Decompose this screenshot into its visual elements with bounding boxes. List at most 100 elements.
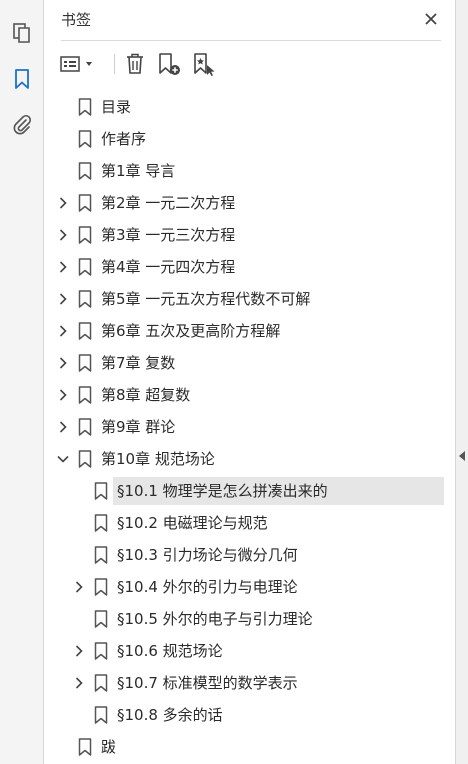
- bookmark-item[interactable]: 第5章 一元五次方程代数不可解: [45, 283, 455, 315]
- bookmark-icon: [78, 738, 92, 756]
- delete-icon: [127, 53, 143, 74]
- chevron-right-icon[interactable]: [56, 196, 70, 210]
- bookmark-label: 第4章 一元四次方程: [101, 258, 236, 276]
- bookmark-item[interactable]: §10.7 标准模型的数学表示: [45, 667, 455, 699]
- bookmark-label: 第6章 五次及更高阶方程解: [101, 322, 281, 340]
- bookmark-label: 第8章 超复数: [101, 386, 191, 404]
- bookmark-item[interactable]: §10.8 多余的话: [45, 699, 455, 731]
- bookmark-label: §10.7 标准模型的数学表示: [117, 674, 298, 692]
- bookmark-item[interactable]: 第9章 群论: [45, 411, 455, 443]
- bookmark-item[interactable]: 第7章 复数: [45, 347, 455, 379]
- bookmarks-panel: 书签 目录 作者序 第1章 导言 第2章 一元二次方程 第3章 一元三次方程 第…: [45, 0, 455, 764]
- bookmark-item[interactable]: §10.6 规范场论: [45, 635, 455, 667]
- chevron-right-icon[interactable]: [56, 388, 70, 402]
- bookmark-label: 目录: [101, 98, 132, 116]
- toolbar-separator: [114, 54, 115, 74]
- bookmark-item[interactable]: §10.4 外尔的引力与电理论: [45, 571, 455, 603]
- bookmark-item[interactable]: 第3章 一元三次方程: [45, 219, 455, 251]
- chevron-right-icon[interactable]: [56, 356, 70, 370]
- bookmark-label: §10.5 外尔的电子与引力理论: [117, 610, 313, 628]
- bookmark-item[interactable]: 目录: [45, 91, 455, 123]
- new-bookmark-button[interactable]: [156, 50, 182, 78]
- bookmark-from-selection-icon: [194, 53, 215, 76]
- chevron-down-icon[interactable]: [56, 452, 70, 466]
- bookmark-icon: [78, 290, 92, 308]
- chevron-right-icon[interactable]: [56, 324, 70, 338]
- options-icon: [60, 56, 92, 72]
- bookmark-item[interactable]: 第8章 超复数: [45, 379, 455, 411]
- bookmark-item[interactable]: 第4章 一元四次方程: [45, 251, 455, 283]
- bookmark-icon: [78, 130, 92, 148]
- bookmark-label: 第10章 规范场论: [101, 450, 215, 468]
- bookmark-icon: [78, 418, 92, 436]
- bookmark-icon: [78, 386, 92, 404]
- bookmark-icon: [94, 482, 108, 500]
- bookmark-label: 第5章 一元五次方程代数不可解: [101, 290, 311, 308]
- bookmark-label: §10.2 电磁理论与规范: [117, 514, 268, 532]
- chevron-right-icon[interactable]: [72, 676, 86, 690]
- bookmark-label: 第3章 一元三次方程: [101, 226, 236, 244]
- bookmark-item[interactable]: §10.5 外尔的电子与引力理论: [45, 603, 455, 635]
- bookmark-item[interactable]: 第10章 规范场论: [45, 443, 455, 475]
- bookmark-item[interactable]: 第6章 五次及更高阶方程解: [45, 315, 455, 347]
- bookmark-from-selection-button[interactable]: [191, 50, 217, 78]
- chevron-right-icon[interactable]: [56, 420, 70, 434]
- bookmark-label: §10.1 物理学是怎么拼凑出来的: [117, 482, 328, 500]
- bookmark-label: §10.6 规范场论: [117, 642, 223, 660]
- panel-collapse-handle[interactable]: [455, 0, 468, 764]
- bookmark-icon: [94, 642, 108, 660]
- bookmark-tree: 目录作者序第1章 导言第2章 一元二次方程 第3章 一元三次方程 第4章 一元四次方…: [45, 91, 455, 763]
- bookmark-icon: [78, 194, 92, 212]
- navigation-rail: [0, 0, 44, 764]
- bookmarks-toolbar: [59, 48, 439, 80]
- attachments-button[interactable]: [9, 112, 35, 138]
- page-thumbnails-button[interactable]: [9, 20, 35, 46]
- collapse-arrow-icon: [459, 451, 465, 461]
- bookmark-icon: [94, 546, 108, 564]
- bookmark-icon: [78, 450, 92, 468]
- bookmark-icon: [78, 354, 92, 372]
- close-panel-button[interactable]: [421, 9, 441, 29]
- bookmark-label: 跋: [101, 738, 117, 756]
- panel-header: 书签: [61, 0, 441, 41]
- bookmark-label: §10.8 多余的话: [117, 706, 223, 724]
- bookmark-item[interactable]: §10.1 物理学是怎么拼凑出来的: [45, 475, 455, 507]
- bookmark-icon: [78, 226, 92, 244]
- bookmark-item[interactable]: 第1章 导言: [45, 155, 455, 187]
- bookmark-item[interactable]: §10.2 电磁理论与规范: [45, 507, 455, 539]
- bookmarks-icon: [15, 69, 29, 89]
- bookmark-label: §10.4 外尔的引力与电理论: [117, 578, 298, 596]
- chevron-right-icon[interactable]: [72, 580, 86, 594]
- bookmarks-button[interactable]: [9, 66, 35, 92]
- bookmark-icon: [78, 258, 92, 276]
- chevron-right-icon[interactable]: [56, 260, 70, 274]
- attachments-icon: [13, 114, 32, 135]
- bookmark-item[interactable]: 作者序: [45, 123, 455, 155]
- bookmark-icon: [78, 322, 92, 340]
- bookmark-label: 第7章 复数: [101, 354, 176, 372]
- bookmark-icon: [78, 162, 92, 180]
- chevron-right-icon[interactable]: [72, 644, 86, 658]
- pages-icon: [13, 23, 30, 43]
- delete-bookmark-button[interactable]: [123, 50, 147, 78]
- bookmark-icon: [94, 578, 108, 596]
- bookmark-label: 第1章 导言: [101, 162, 176, 180]
- bookmark-icon: [78, 98, 92, 116]
- bookmark-icon: [94, 706, 108, 724]
- bookmark-label: 第9章 群论: [101, 418, 176, 436]
- bookmark-label: §10.3 引力场论与微分几何: [117, 546, 298, 564]
- chevron-right-icon[interactable]: [56, 292, 70, 306]
- panel-title: 书签: [61, 11, 92, 29]
- bookmark-item[interactable]: 第2章 一元二次方程: [45, 187, 455, 219]
- chevron-right-icon[interactable]: [56, 228, 70, 242]
- bookmark-icon: [94, 674, 108, 692]
- bookmark-item[interactable]: 跋: [45, 731, 455, 763]
- bookmark-label: 作者序: [101, 130, 147, 148]
- bookmark-label: 第2章 一元二次方程: [101, 194, 236, 212]
- bookmark-icon: [94, 514, 108, 532]
- options-menu-button[interactable]: [59, 50, 97, 78]
- bookmark-item[interactable]: §10.3 引力场论与微分几何: [45, 539, 455, 571]
- close-icon: [425, 13, 437, 25]
- bookmark-icon: [94, 610, 108, 628]
- new-bookmark-icon: [159, 53, 180, 75]
